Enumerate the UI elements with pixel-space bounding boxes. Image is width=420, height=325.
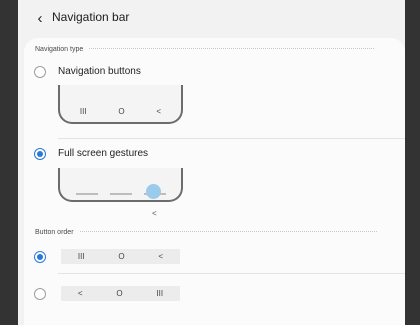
settings-screen: ‹ Navigation bar Navigation type Navigat… bbox=[18, 0, 405, 325]
home-icon: O bbox=[118, 106, 125, 116]
device-frame: ‹ Navigation bar Navigation type Navigat… bbox=[0, 0, 420, 325]
chevron-left-icon: < bbox=[152, 209, 157, 218]
radio-button-order-2[interactable] bbox=[34, 288, 46, 300]
gesture-hint-line bbox=[76, 193, 98, 195]
section-title: Navigation type bbox=[35, 45, 84, 53]
page-title: Navigation bar bbox=[52, 10, 130, 24]
chevron-left-icon: ‹ bbox=[37, 9, 43, 27]
preview-nav-bar: III O < bbox=[64, 104, 177, 118]
settings-card: Navigation type Navigation buttons III O… bbox=[24, 38, 405, 325]
section-header-button-order: Button order bbox=[35, 226, 377, 238]
section-header-navigation-type: Navigation type bbox=[35, 43, 375, 55]
home-icon: O bbox=[116, 289, 123, 298]
section-divider-dots bbox=[89, 48, 375, 50]
recents-icon: III bbox=[79, 106, 87, 116]
back-icon: < bbox=[156, 106, 162, 116]
button-order-preview-1: III O < bbox=[61, 249, 180, 264]
gesture-touch-indicator bbox=[146, 184, 161, 199]
recents-icon: III bbox=[156, 289, 164, 298]
section-title: Button order bbox=[35, 228, 74, 236]
app-bar: ‹ Navigation bar bbox=[18, 0, 405, 36]
gesture-preview bbox=[58, 168, 183, 202]
option-label: Full screen gestures bbox=[58, 148, 149, 159]
radio-full-screen-gestures[interactable] bbox=[34, 148, 46, 160]
device-bezel-right bbox=[405, 0, 420, 325]
device-bezel-left bbox=[0, 0, 18, 325]
section-divider-dots bbox=[79, 231, 377, 233]
divider bbox=[58, 273, 405, 274]
home-icon: O bbox=[118, 252, 125, 261]
recents-icon: III bbox=[77, 252, 85, 261]
gesture-hint-line bbox=[110, 193, 132, 195]
navigation-buttons-preview: III O < bbox=[58, 85, 183, 124]
back-icon: < bbox=[158, 252, 164, 261]
radio-navigation-buttons[interactable] bbox=[34, 66, 46, 78]
back-button[interactable]: ‹ bbox=[32, 9, 48, 27]
divider bbox=[58, 138, 405, 139]
option-label: Navigation buttons bbox=[58, 66, 141, 77]
radio-button-order-1[interactable] bbox=[34, 251, 46, 263]
back-icon: < bbox=[77, 289, 83, 298]
button-order-preview-2: < O III bbox=[61, 286, 180, 301]
